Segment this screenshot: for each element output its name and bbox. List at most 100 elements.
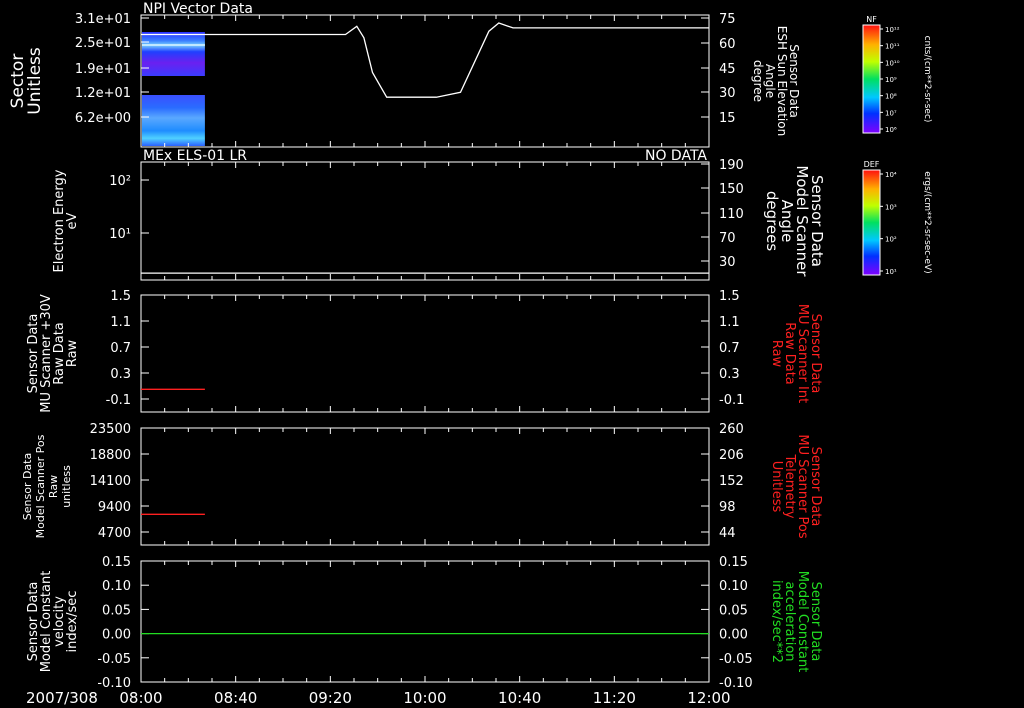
y2-label-line: Raw (769, 340, 784, 368)
y2-tick-label: 45 (719, 62, 736, 77)
colorbar-units-text: cnts/(cm**2-sr-sec) (922, 36, 932, 123)
y-label-line: Raw (65, 339, 80, 367)
y2-tick-label: 206 (719, 448, 744, 463)
heatmap-block-lower (142, 95, 205, 146)
y2-label-line: degrees (763, 191, 781, 252)
y2-tick-label: 260 (719, 422, 744, 437)
colorbar-units: cnts/(cm**2-sr-sec) (922, 36, 932, 123)
y2-label: Sensor DataModel Constantaccelerationind… (769, 571, 823, 673)
panel-title: NPI Vector Data (143, 1, 253, 17)
panel-title: MEx ELS-01 LR (143, 148, 247, 164)
y2-tick-label: 44 (719, 526, 736, 541)
y-label-line: Unitless (25, 47, 45, 115)
x-tick-label: 10:40 (498, 689, 541, 707)
panel-5: 0.150.100.050.00-0.05-0.100.150.100.050.… (26, 555, 823, 691)
y-tick-label: 1.5 (110, 289, 131, 304)
y2-label-line: index/sec**2 (769, 580, 784, 663)
y2-tick-label: 150 (719, 182, 744, 197)
y2-tick-label: 30 (719, 255, 736, 270)
y2-tick-label: 152 (719, 474, 744, 489)
y-tick-label: 10¹ (109, 227, 131, 242)
x-tick-label: 09:20 (309, 689, 352, 707)
colorbar-tick-label: 10⁸ (885, 93, 897, 101)
colorbar-1: NF 10¹² 10¹¹ 10¹⁰ 10⁹ 10⁸ 10⁷ 10⁶ cnts/(cm**2-sr… (862, 15, 932, 134)
y-tick-label: 0.05 (102, 603, 131, 618)
colorbar-tick-label: 10¹² (885, 26, 900, 34)
y2-tick-label: 0.15 (719, 555, 748, 570)
colorbar-2: DEF 10⁴ 10³ 10² 10¹ ergs/(cm**2-sr-sec-eV) (862, 160, 932, 276)
y2-tick-label: 70 (719, 231, 736, 246)
y-tick-label: 18800 (90, 448, 131, 463)
colorbar-label: DEF (864, 160, 880, 169)
colorbar-tick-label: 10⁴ (885, 171, 897, 179)
y2-tick-label: 15 (719, 111, 736, 126)
panel-frame (140, 294, 710, 413)
y-tick-label: 1.9e+01 (75, 62, 131, 77)
time-axis: 2007/308 08:00 08:40 09:20 10:00 10:40 11:20 1… (26, 689, 731, 707)
y-tick-label: 2.5e+01 (75, 36, 131, 51)
y2-tick-label: 98 (719, 500, 736, 515)
y-label: Electron EnergyeV (52, 169, 80, 272)
date-label: 2007/308 (26, 689, 98, 707)
panel-4: 23500 18800 14100 9400 4700 260 206 152 98 44 Sens… (21, 422, 823, 546)
y2-tick-label: 110 (719, 207, 744, 222)
y-label: SectorUnitless (8, 47, 45, 115)
heatmap-block-upper (142, 32, 205, 76)
colorbar-tick-label: 10⁷ (885, 109, 897, 117)
y2-tick-label: -0.1 (719, 393, 744, 408)
y2-tick-label: 1.5 (719, 289, 740, 304)
x-tick-label: 11:20 (593, 689, 636, 707)
colorbar-tick-label: 10¹ (885, 268, 897, 276)
y2-label-line: Unitless (769, 461, 784, 513)
colorbar-tick-label: 10³ (885, 203, 897, 211)
colorbar-label: NF (866, 15, 877, 24)
y2-tick-label: 30 (719, 86, 736, 101)
y-tick-label: 1.1 (110, 315, 131, 330)
y-label: Sensor DataMU Scanner +30VRaw DataRaw (26, 294, 80, 413)
y2-label: Sensor DataMU Scanner IntRaw DataRaw (769, 304, 823, 403)
panels-group: 3.1e+01 2.5e+01 1.9e+01 1.2e+01 6.2e+00 75 60 4… (8, 1, 826, 691)
y-tick-label: 4700 (98, 526, 131, 541)
y-tick-label: 0.15 (102, 555, 131, 570)
x-tick-label: 12:00 (687, 689, 730, 707)
y-label-line: unitless (60, 465, 73, 508)
colorbar-tick-label: 10⁹ (885, 76, 897, 84)
colorbar-tick-label: 10¹⁰ (885, 59, 900, 67)
panel-2: 10² 10¹ 190 150 110 70 30 MEx ELS-01 LR NO DATA E… (52, 148, 826, 281)
y-tick-label: 3.1e+01 (75, 12, 131, 27)
y2-label: Sensor DataESH Sun ElevationAngledegree (751, 26, 801, 136)
y-tick-label: 1.2e+01 (75, 86, 131, 101)
y2-tick-label: 0.05 (719, 603, 748, 618)
y-tick-label: 9400 (98, 500, 131, 515)
y2-tick-label: 1.1 (719, 315, 740, 330)
y2-tick-label: 75 (719, 12, 736, 27)
y2-tick-label: 0.3 (719, 367, 740, 382)
y-tick-label: -0.1 (106, 393, 131, 408)
panel-frame (140, 427, 710, 546)
y-label: Sensor DataModel Constantvelocityindex/s… (26, 571, 80, 673)
colorbars-group: NF 10¹² 10¹¹ 10¹⁰ 10⁹ 10⁸ 10⁷ 10⁶ cnts/(cm**2-sr… (862, 15, 932, 276)
plot-canvas: 3.1e+01 2.5e+01 1.9e+01 1.2e+01 6.2e+00 75 60 4… (8, 1, 932, 707)
x-tick-label: 08:40 (214, 689, 257, 707)
y-tick-label: 0.3 (110, 367, 131, 382)
panel-1: 3.1e+01 2.5e+01 1.9e+01 1.2e+01 6.2e+00 75 60 4… (8, 1, 801, 148)
colorbar-tick-label: 10⁶ (885, 126, 897, 134)
panel-frame (140, 161, 710, 281)
y-tick-label: 6.2e+00 (75, 111, 131, 126)
y2-label: Sensor DataMU Scanner PosTelemetryUnitle… (769, 434, 823, 539)
y2-label-line: degree (751, 60, 765, 102)
panel-3: 1.5 1.1 0.7 0.3 -0.1 1.5 1.1 0.7 0.3 -0.1 Sensor D… (26, 289, 823, 413)
panel-frame (140, 560, 710, 683)
y-label-line: Raw (47, 475, 60, 498)
y2-tick-label: 0.00 (719, 628, 748, 643)
y-tick-label: 23500 (90, 422, 131, 437)
colorbar-tick-label: 10¹¹ (885, 43, 900, 51)
y-tick-label: -0.05 (97, 652, 131, 667)
x-tick-label: 08:00 (119, 689, 162, 707)
y-label: Sensor Data Model Scanner Pos Raw unitless (21, 434, 73, 538)
colorbar-gradient (862, 24, 881, 134)
y-tick-label: 14100 (90, 474, 131, 489)
x-tick-label: 10:00 (403, 689, 446, 707)
y-tick-label: 0.00 (102, 628, 131, 643)
colorbar-units-text: ergs/(cm**2-sr-sec-eV) (922, 171, 932, 273)
